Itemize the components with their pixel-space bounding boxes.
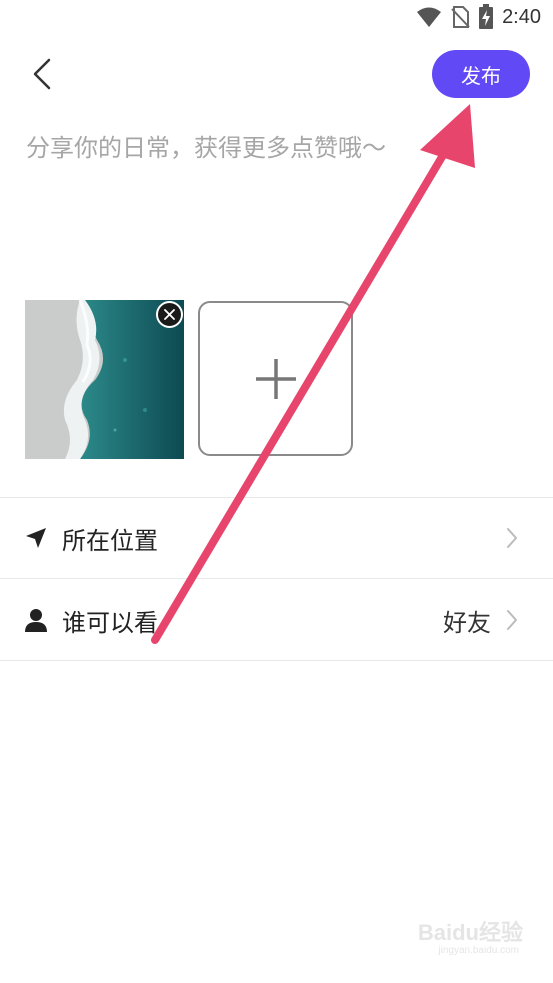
remove-photo-button[interactable]	[156, 301, 183, 328]
visibility-option[interactable]: 谁可以看 好友	[0, 580, 553, 660]
battery-charging-icon	[479, 4, 494, 29]
watermark-brand: Baidu经验	[417, 920, 523, 945]
divider	[0, 660, 553, 661]
location-arrow-icon	[24, 526, 48, 550]
location-option[interactable]: 所在位置	[0, 498, 553, 578]
visibility-label: 谁可以看	[62, 608, 158, 637]
post-content-input[interactable]	[26, 128, 526, 268]
no-sim-icon	[451, 6, 470, 28]
chevron-right-icon	[505, 526, 519, 550]
status-icons: 2:40	[416, 4, 541, 30]
add-photo-button[interactable]	[198, 301, 353, 456]
status-time: 2:40	[502, 5, 541, 28]
publish-button[interactable]: 发布	[432, 50, 530, 98]
watermark-url: jingyan.baidu.com	[438, 945, 519, 956]
close-icon	[164, 309, 175, 320]
status-bar: 2:40	[0, 0, 553, 38]
chevron-left-icon	[33, 58, 51, 90]
divider	[0, 578, 553, 579]
chevron-right-icon	[505, 608, 519, 632]
visibility-value: 好友	[443, 608, 491, 637]
watermark: Baidu经验 jingyan.baidu.com	[413, 915, 523, 965]
back-button[interactable]	[22, 52, 62, 96]
plus-icon	[255, 358, 296, 399]
wifi-icon	[417, 7, 442, 27]
person-icon	[24, 608, 48, 632]
location-label: 所在位置	[62, 526, 158, 555]
